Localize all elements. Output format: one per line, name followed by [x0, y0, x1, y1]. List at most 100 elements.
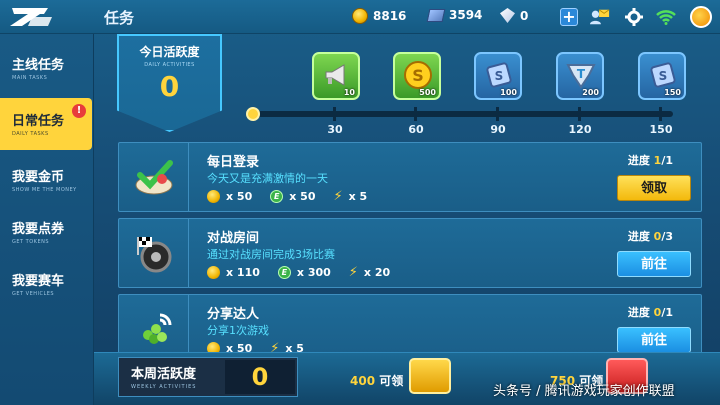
- progress-label: 进度: [627, 154, 650, 167]
- sidebar-item-label: 我要点券: [12, 222, 65, 237]
- weekly-activity-subtitle: WEEKLY ACTIVITIES: [131, 384, 197, 390]
- sidebar-item-main-tasks[interactable]: 主线任务 MAIN TASKS: [0, 42, 94, 94]
- lightning-icon: ⚡: [333, 189, 343, 204]
- gold-chest-icon[interactable]: [409, 358, 451, 394]
- go-button[interactable]: 前往: [617, 327, 691, 353]
- lightning-icon: ⚡: [348, 265, 358, 280]
- progress-tick: [578, 107, 581, 121]
- progress-tick: [414, 107, 417, 121]
- progress-total: /1: [661, 306, 673, 319]
- sidebar-item-get-coins[interactable]: 我要金币 SHOW ME THE MONEY: [0, 154, 94, 206]
- milestone-threshold: 60: [408, 123, 424, 136]
- coin-icon: [207, 190, 220, 203]
- milestone-reward-90[interactable]: S 100: [474, 52, 522, 100]
- progress-label: 进度: [627, 230, 650, 243]
- sidebar-item-sublabel: SHOW ME THE MONEY: [12, 187, 77, 193]
- task-description: 今天又是充满激情的一天: [207, 172, 328, 185]
- watermark-text: 头条号 / 腾讯游戏玩家创作联盟: [493, 384, 675, 399]
- ticket-icon: S: [484, 60, 514, 90]
- svg-text:S: S: [659, 69, 668, 83]
- svg-text:T: T: [577, 67, 586, 81]
- requirement-label: 可领: [379, 374, 404, 388]
- reward-count: 200: [582, 88, 599, 97]
- reward-count: 100: [500, 88, 517, 97]
- reward-exp: Ex 300: [277, 265, 331, 280]
- milestone-threshold: 90: [490, 123, 506, 136]
- sidebar-item-sublabel: MAIN TASKS: [12, 75, 48, 81]
- task-description: 通过对战房间完成3场比赛: [207, 248, 335, 261]
- task-card-daily-login: 每日登录 今天又是充满激情的一天 x 50 Ex 50 ⚡ x 5 进度 1/1 …: [118, 142, 702, 212]
- reward-count: 150: [664, 88, 681, 97]
- player-avatar[interactable]: [690, 6, 712, 28]
- exp-icon: E: [277, 266, 291, 279]
- task-progress: 进度 0/1: [628, 304, 673, 320]
- task-icon-box: [119, 143, 189, 211]
- go-button[interactable]: 前往: [617, 251, 691, 277]
- milestone-threshold: 120: [568, 123, 592, 136]
- settings-gear-icon[interactable]: [624, 7, 644, 27]
- reward-exp-amount: x 300: [296, 266, 331, 279]
- exp-icon: E: [270, 190, 284, 203]
- daily-activity-value: 0: [159, 70, 180, 103]
- sidebar-item-daily-tasks[interactable]: 日常任务 DAILY TASKS !: [0, 98, 92, 150]
- wifi-signal-icon: [656, 7, 676, 27]
- sidebar-item-label: 我要金币: [12, 170, 65, 185]
- daily-activity-subtitle: DAILY ACTIVITIES: [144, 62, 195, 68]
- weekly-activity-panel: 本周活跃度 WEEKLY ACTIVITIES 0: [118, 357, 298, 397]
- alert-badge: !: [72, 104, 86, 118]
- task-progress: 进度 0/3: [628, 228, 673, 244]
- sidebar: 主线任务 MAIN TASKS 日常任务 DAILY TASKS ! 我要金币 …: [0, 34, 94, 405]
- milestone-threshold: 30: [327, 123, 343, 136]
- activity-progress-track: [253, 111, 673, 117]
- milestone-reward-150[interactable]: S 150: [638, 52, 686, 100]
- milestone-reward-30[interactable]: 10: [312, 52, 360, 100]
- daily-activity-title: 今日活跃度: [139, 45, 200, 59]
- reward-count: 10: [343, 88, 355, 97]
- game-logo-icon: [10, 8, 52, 26]
- milestone-reward-60[interactable]: S 500: [393, 52, 441, 100]
- task-name: 每日登录: [207, 155, 260, 170]
- progress-total: /1: [661, 154, 673, 167]
- sidebar-item-sublabel: DAILY TASKS: [12, 131, 49, 137]
- svg-text:S: S: [412, 66, 424, 85]
- reward-count: 500: [419, 88, 436, 97]
- ticket-icon: [426, 8, 446, 22]
- friends-mail-icon[interactable]: [590, 7, 610, 27]
- weekly-activity-title: 本周活跃度: [131, 367, 197, 382]
- task-name: 对战房间: [207, 231, 260, 246]
- task-rewards: x 50 Ex 50 ⚡ x 5: [207, 189, 367, 204]
- milestone-reward-120[interactable]: T 200: [556, 52, 604, 100]
- checkmark-gift-icon: [135, 160, 173, 195]
- task-card-battle-room: 对战房间 通过对战房间完成3场比赛 x 110 Ex 300 ⚡ x 20 进度 …: [118, 218, 702, 288]
- sidebar-item-label: 我要赛车: [12, 274, 65, 289]
- task-progress: 进度 1/1: [628, 152, 673, 168]
- progress-label: 进度: [627, 306, 650, 319]
- sidebar-item-label: 主线任务: [12, 58, 65, 73]
- progress-total: /3: [661, 230, 673, 243]
- sidebar-item-get-tokens[interactable]: 我要点券 GET TOKENS: [0, 206, 94, 258]
- ticket-icon: S: [648, 60, 678, 90]
- task-name: 分享达人: [207, 307, 260, 322]
- sidebar-item-get-vehicles[interactable]: 我要赛车 GET VEHICLES: [0, 258, 94, 310]
- daily-activity-banner: 今日活跃度 DAILY ACTIVITIES 0: [117, 34, 222, 132]
- diamond-icon: [500, 8, 515, 23]
- reward-energy: ⚡ x 20: [349, 265, 390, 280]
- reward-energy: ⚡ x 5: [333, 189, 367, 204]
- racing-wheel-flag-icon: [136, 237, 171, 273]
- reward-coins: x 110: [207, 265, 260, 280]
- progress-tick: [496, 107, 499, 121]
- progress-tick: [333, 107, 336, 121]
- claim-button[interactable]: 领取: [617, 175, 691, 201]
- sidebar-item-sublabel: GET VEHICLES: [12, 291, 55, 297]
- reward-coins-amount: x 50: [226, 190, 253, 203]
- progress-tick: [659, 107, 662, 121]
- share-icon: [142, 313, 171, 344]
- task-description: 分享1次游戏: [207, 324, 269, 337]
- weekly-activity-value: 0: [225, 360, 295, 394]
- add-currency-button[interactable]: +: [560, 8, 578, 26]
- progress-start-marker: [246, 107, 260, 121]
- reward-energy-amount: x 20: [363, 266, 391, 279]
- coin-icon: [207, 266, 220, 279]
- coin-balance: 8816: [352, 8, 406, 24]
- coin-icon: S: [403, 60, 433, 90]
